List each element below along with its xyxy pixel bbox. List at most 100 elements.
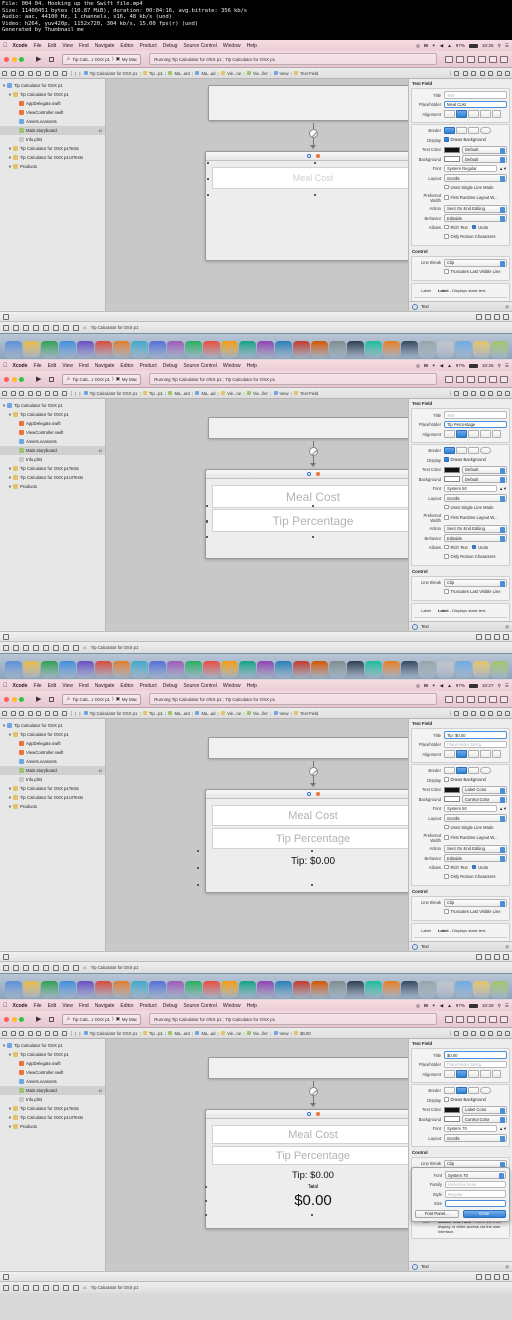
breadcrumb-item-4[interactable]: Vie...ne xyxy=(227,711,241,716)
truncates-checkbox[interactable]: Truncates Last Visible Line xyxy=(444,909,501,914)
screen-share-icon[interactable]: ◎ xyxy=(416,1003,420,1009)
dock-icon-1[interactable] xyxy=(22,341,40,358)
dock-icon-26[interactable] xyxy=(472,341,490,358)
alignment-segment-natural[interactable] xyxy=(492,110,501,118)
interface-builder-canvas[interactable]: Meal Cost xyxy=(106,79,408,311)
dock-icon-10[interactable] xyxy=(184,981,202,998)
dock-icon-9[interactable] xyxy=(166,341,184,358)
dock-icon-23[interactable] xyxy=(418,341,436,358)
spotlight-search-icon[interactable]: ⚲ xyxy=(498,363,501,369)
dock-icon-6[interactable] xyxy=(112,661,130,678)
navigator-tab-5[interactable] xyxy=(44,1030,50,1036)
toggle-navigator-button[interactable] xyxy=(478,1015,486,1023)
dock-icon-4[interactable] xyxy=(76,981,94,998)
meal-cost-text-field[interactable]: Meal Cost xyxy=(212,805,408,826)
menubar-item-window[interactable]: Window xyxy=(223,1003,241,1009)
editor-version-button[interactable] xyxy=(467,55,475,63)
breadcrumb-item-1[interactable]: Tip...p1 xyxy=(149,1031,163,1036)
alignment-segment-0[interactable] xyxy=(444,1070,455,1078)
dock-icon-12[interactable] xyxy=(220,341,238,358)
behavior-popup[interactable]: Editable xyxy=(444,534,507,542)
dock-icon-8[interactable] xyxy=(148,981,166,998)
tip-result-label[interactable]: Tip: $0.00 xyxy=(212,1168,408,1182)
navigator-row-7[interactable]: ▼ Tip Calculator for OSX p1Tests xyxy=(0,464,105,473)
border-segment-3[interactable] xyxy=(480,126,491,135)
border-segment-3[interactable] xyxy=(480,766,491,775)
dropbox-icon[interactable]: M xyxy=(424,683,428,688)
alignment-segmented-control[interactable] xyxy=(444,430,507,438)
navigator-row-3[interactable]: ViewController.swift xyxy=(0,1068,105,1077)
navigator-row-1[interactable]: ▼ Tip Calculator for OSX p1 xyxy=(0,730,105,739)
dock-icon-5[interactable] xyxy=(94,341,112,358)
menubar-item-debug[interactable]: Debug xyxy=(163,1003,178,1009)
jumpbar-back-button[interactable]: ⟨ xyxy=(75,711,77,716)
dock-icon-23[interactable] xyxy=(418,981,436,998)
canvas-zoom-in-button[interactable] xyxy=(494,953,500,960)
editor-version-button[interactable] xyxy=(467,695,475,703)
dropbox-icon[interactable]: M xyxy=(424,43,428,48)
breadcrumb-item-0[interactable]: Tip Calculator for OSX p1 xyxy=(90,1031,138,1036)
first-runtime-checkbox[interactable]: First Runtime Layout W... xyxy=(444,195,498,200)
close-icon[interactable] xyxy=(4,56,9,62)
volume-icon[interactable]: ◀ xyxy=(440,1003,444,1009)
menubar-item-xcode[interactable]: Xcode xyxy=(13,683,28,689)
menubar-item-xcode[interactable]: Xcode xyxy=(13,43,28,49)
menubar-item-view[interactable]: View xyxy=(62,363,73,369)
resize-handle-5[interactable] xyxy=(196,883,200,887)
canvas-document-outline-button[interactable] xyxy=(3,953,9,960)
truncates-checkbox[interactable]: Truncates Last Visible Line xyxy=(444,589,501,594)
notification-center-icon[interactable]: ☰ xyxy=(505,1003,509,1009)
dock-icon-20[interactable] xyxy=(364,341,382,358)
menubar-item-file[interactable]: File xyxy=(34,1003,42,1009)
editor-assistant-button[interactable] xyxy=(456,55,464,63)
status-update-button[interactable] xyxy=(73,324,79,331)
run-button[interactable]: ▶ xyxy=(33,55,44,63)
status-resolve-button[interactable] xyxy=(23,324,29,331)
library-clear-icon[interactable]: ◎ xyxy=(505,944,509,949)
attributes-inspector[interactable]: Text Field Title $0.00 Placeholder Place… xyxy=(408,1039,512,1271)
tip-percentage-text-field[interactable]: Tip Percentage xyxy=(205,504,408,539)
background-color-well[interactable] xyxy=(444,796,460,802)
library-clear-icon[interactable]: ◎ xyxy=(505,304,509,309)
navigator-tab-3[interactable] xyxy=(27,70,33,76)
truncates-checkbox[interactable]: Truncates Last Visible Line xyxy=(444,269,501,274)
status-align-button[interactable] xyxy=(3,1284,9,1291)
dock-icon-6[interactable] xyxy=(112,341,130,358)
border-segment-0[interactable] xyxy=(444,1086,455,1095)
dock-icon-14[interactable] xyxy=(256,341,274,358)
bluetooth-icon[interactable]: ✶ xyxy=(432,43,436,49)
navigator-row-0[interactable]: ▼ Tip Calculator for OSX p1 xyxy=(0,401,105,410)
dock-icon-2[interactable] xyxy=(40,341,58,358)
breadcrumb-item-0[interactable]: Tip Calculator for OSX p1 xyxy=(90,711,138,716)
jumpbar-forward-button[interactable]: ⟩ xyxy=(79,71,81,76)
editor-standard-button[interactable] xyxy=(445,55,453,63)
fp-family-field[interactable]: Helvetica Neue xyxy=(445,1180,506,1189)
breadcrumb-item-6[interactable]: View xyxy=(280,711,289,716)
action-popup[interactable]: Sent On End Editing xyxy=(444,204,507,213)
navigator-row-7[interactable]: ▼ Tip Calculator for OSX p1Tests xyxy=(0,784,105,793)
status-stack-button[interactable] xyxy=(33,324,39,331)
status-stack-button[interactable] xyxy=(33,644,39,651)
breadcrumb-item-0[interactable]: Tip Calculator for OSX p1 xyxy=(90,391,138,396)
dock-icon-16[interactable] xyxy=(292,341,310,358)
dock-icon-23[interactable] xyxy=(418,661,436,678)
library-item-0[interactable]: Label Label - Displays static text. xyxy=(414,286,507,295)
dock-icon-21[interactable] xyxy=(382,981,400,998)
line-break-popup[interactable]: Clip xyxy=(444,578,507,587)
resize-handle-5[interactable] xyxy=(204,1213,208,1217)
scheme-selector[interactable]: ⚠ Tip Calc...r OSX p1 ⟩ ▣ My Mac xyxy=(62,1013,142,1025)
first-runtime-checkbox[interactable]: First Runtime Layout W... xyxy=(444,835,498,840)
title-input[interactable]: Title xyxy=(444,91,507,99)
tip-percentage-text-field[interactable]: Tip Percentage xyxy=(212,828,408,849)
dock-icon-5[interactable] xyxy=(94,981,112,998)
alignment-segment-3[interactable] xyxy=(480,110,491,118)
border-segment-1[interactable] xyxy=(456,126,467,135)
toggle-inspector-button[interactable] xyxy=(500,1015,508,1023)
library-item-0[interactable]: Label Label - Displays static text. xyxy=(414,926,507,935)
interface-builder-canvas[interactable]: Meal Cost Tip Percentage Tip: $0.00 Tota… xyxy=(106,1039,408,1271)
background-color-popup[interactable]: Default xyxy=(462,155,507,163)
close-icon[interactable] xyxy=(4,376,9,382)
resize-handle-3[interactable] xyxy=(196,866,200,870)
status-update-button[interactable] xyxy=(73,1284,79,1291)
status-resize-button[interactable] xyxy=(63,644,69,651)
